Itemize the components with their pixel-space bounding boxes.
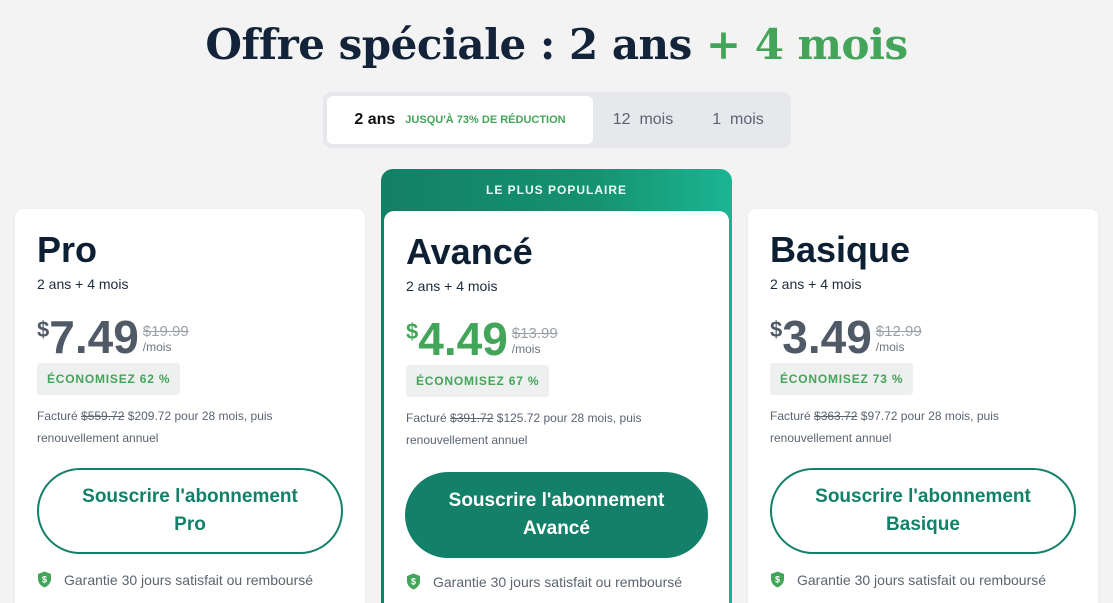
- billing-prefix: Facturé: [770, 409, 811, 423]
- plan-card-basique: Basique 2 ans + 4 mois $ 3.49 $12.99 /mo…: [748, 209, 1098, 603]
- plan-term: 2 ans + 4 mois: [770, 276, 862, 292]
- old-price: $12.99: [875, 323, 922, 340]
- billing-old-total: $559.72: [81, 409, 125, 423]
- cta-line-2: Pro: [174, 514, 206, 535]
- currency-symbol: $: [406, 319, 419, 344]
- money-back-guarantee: $ Garantie 30 jours satisfait ou rembour…: [770, 571, 1046, 588]
- subscribe-avance-button[interactable]: Souscrire l'abonnement Avancé: [405, 472, 708, 558]
- plan-term: 2 ans + 4 mois: [37, 276, 129, 292]
- tab-2-ans[interactable]: 2 ans JUSQU'À 73% DE RÉDUCTION: [327, 96, 593, 144]
- subscribe-basique-button[interactable]: Souscrire l'abonnement Basique: [770, 468, 1076, 554]
- currency-symbol: $: [770, 317, 783, 342]
- tab-label: 2 ans: [354, 111, 396, 128]
- savings-badge: ÉCONOMISEZ 62 %: [37, 363, 181, 395]
- price-row: $ 7.49 $19.99 /mois: [37, 311, 189, 363]
- price-period: /mois: [875, 340, 905, 354]
- tab-12-mois[interactable]: 12 mois: [593, 96, 693, 144]
- price-period: /mois: [142, 340, 172, 354]
- svg-text:$: $: [42, 575, 47, 585]
- price-amount: 3.49: [782, 311, 872, 363]
- old-price: $13.99: [511, 325, 558, 342]
- plan-name: Basique: [770, 229, 911, 270]
- headline-accent: + 4 mois: [705, 20, 908, 69]
- shield-dollar-icon: $: [407, 573, 420, 590]
- billing-period-tabs: 2 ans JUSQU'À 73% DE RÉDUCTION 12 mois 1…: [323, 92, 791, 148]
- cta-line-1: Souscrire l'abonnement: [82, 486, 298, 507]
- guarantee-text: Garantie 30 jours satisfait ou remboursé: [433, 573, 683, 590]
- billing-details: Facturé $363.72 $97.72 pour 28 mois, pui…: [770, 405, 1070, 449]
- guarantee-text: Garantie 30 jours satisfait ou remboursé: [64, 571, 314, 588]
- billing-prefix: Facturé: [37, 409, 78, 423]
- plan-name: Pro: [37, 229, 98, 270]
- most-popular-banner: LE PLUS POPULAIRE: [485, 183, 627, 197]
- cta-line-2: Basique: [886, 514, 960, 535]
- tab-1-mois[interactable]: 1 mois: [693, 96, 783, 144]
- cta-line-2: Avancé: [523, 518, 590, 539]
- price-period: /mois: [511, 342, 541, 356]
- billing-details: Facturé $391.72 $125.72 pour 28 mois, pu…: [406, 407, 706, 451]
- page-title: Offre spéciale : 2 ans + 4 mois: [0, 20, 1113, 69]
- price-row: $ 4.49 $13.99 /mois: [406, 313, 558, 365]
- guarantee-text: Garantie 30 jours satisfait ou remboursé: [797, 571, 1047, 588]
- plan-term: 2 ans + 4 mois: [406, 278, 498, 294]
- currency-symbol: $: [37, 317, 50, 342]
- plan-card-avance: Avancé 2 ans + 4 mois $ 4.49 $13.99 /moi…: [384, 211, 729, 603]
- billing-old-total: $363.72: [814, 409, 858, 423]
- billing-details: Facturé $559.72 $209.72 pour 28 mois, pu…: [37, 405, 337, 449]
- subscribe-pro-button[interactable]: Souscrire l'abonnement Pro: [37, 468, 343, 554]
- price-row: $ 3.49 $12.99 /mois: [770, 311, 922, 363]
- billing-old-total: $391.72: [450, 411, 494, 425]
- headline-main: Offre spéciale : 2 ans: [205, 20, 692, 69]
- money-back-guarantee: $ Garantie 30 jours satisfait ou rembour…: [37, 571, 313, 588]
- discount-badge: JUSQU'À 73% DE RÉDUCTION: [405, 114, 566, 126]
- price-amount: 7.49: [49, 311, 139, 363]
- svg-text:$: $: [411, 577, 416, 587]
- cta-line-1: Souscrire l'abonnement: [815, 486, 1031, 507]
- cta-line-1: Souscrire l'abonnement: [448, 490, 665, 511]
- old-price: $19.99: [142, 323, 189, 340]
- shield-dollar-icon: $: [38, 571, 51, 588]
- tab-label: 12 mois: [612, 111, 674, 128]
- savings-badge: ÉCONOMISEZ 67 %: [406, 365, 550, 397]
- shield-dollar-icon: $: [771, 571, 784, 588]
- savings-badge: ÉCONOMISEZ 73 %: [770, 363, 914, 395]
- money-back-guarantee: $ Garantie 30 jours satisfait ou rembour…: [406, 573, 682, 590]
- plan-name: Avancé: [406, 231, 533, 272]
- tab-label: 1 mois: [712, 111, 764, 128]
- price-amount: 4.49: [418, 313, 508, 365]
- svg-text:$: $: [775, 575, 780, 585]
- billing-prefix: Facturé: [406, 411, 447, 425]
- plan-card-pro: Pro 2 ans + 4 mois $ 7.49 $19.99 /mois É…: [15, 209, 365, 603]
